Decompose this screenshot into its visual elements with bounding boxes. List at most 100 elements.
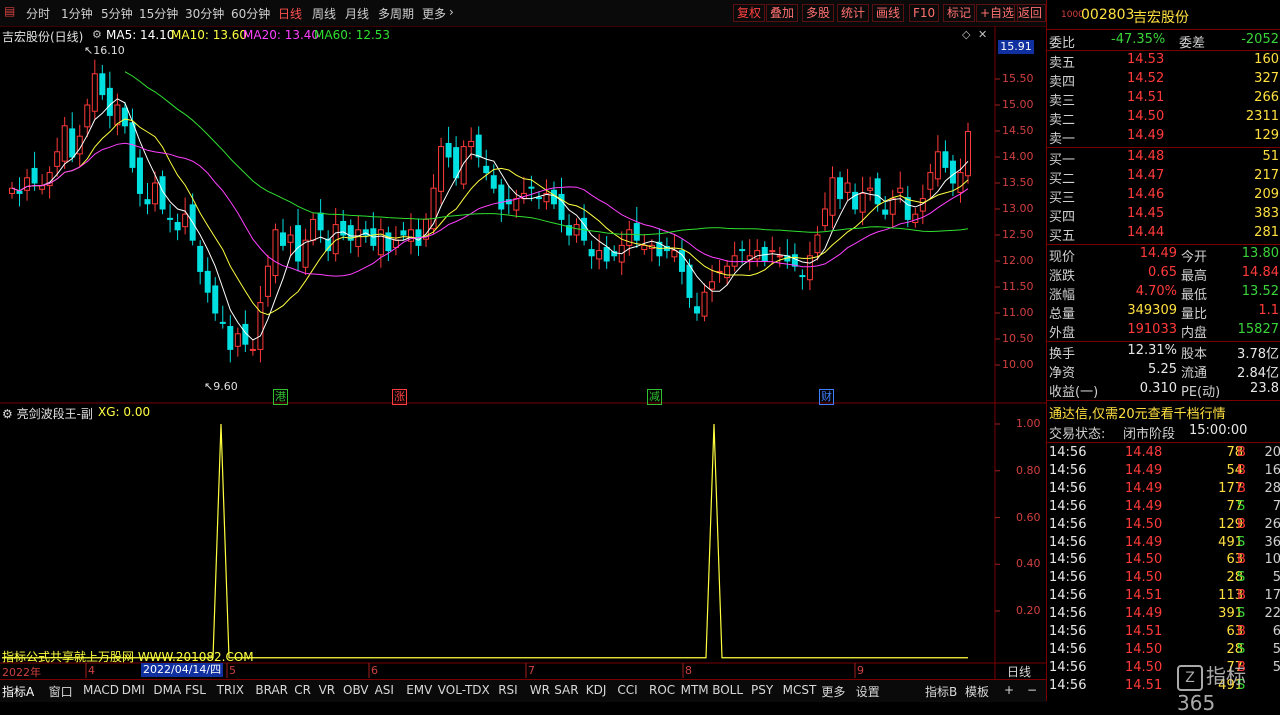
level-label: 卖二 — [1049, 113, 1076, 128]
bottom-right-btn-0[interactable]: 指标B — [925, 683, 957, 700]
buy-level: 买一 14.48 51 — [1047, 148, 1280, 168]
month-label: 5 — [229, 664, 236, 677]
indicator-tab-18[interactable]: CCI — [617, 683, 637, 697]
candle-body — [264, 265, 271, 297]
tool-button-8[interactable]: 返回 — [1014, 4, 1046, 22]
indicator-tab-20[interactable]: MTM — [681, 683, 709, 697]
period-6[interactable]: 日线 — [278, 5, 302, 22]
bottom-right-btn-1[interactable]: 模板 — [965, 683, 989, 700]
period-button[interactable]: 日线 — [1007, 663, 1031, 680]
event-label[interactable]: 港 — [273, 389, 288, 405]
indicator-tab-16[interactable]: SAR — [554, 683, 578, 697]
ad-text[interactable]: 通达信,仅需20元查看千档行情 — [1049, 403, 1226, 422]
candle-body — [912, 213, 919, 224]
period-1[interactable]: 1分钟 — [61, 5, 93, 22]
indicator-tab-25[interactable]: 设置 — [856, 683, 880, 700]
period-0[interactable]: 分时 — [26, 5, 50, 22]
indicator-tab-7[interactable]: BRAR — [255, 683, 288, 697]
candle-body — [867, 187, 874, 191]
weicha-value: -2052 — [1241, 32, 1279, 47]
event-label[interactable]: 减 — [647, 389, 662, 405]
indicator-tab-1[interactable]: 窗口 — [49, 683, 73, 700]
period-10[interactable]: 更多 — [422, 5, 446, 22]
indicator-tab-0[interactable]: 指标A — [2, 683, 34, 700]
indicator-tab-24[interactable]: 更多 — [821, 683, 845, 700]
stat-value: 4.70% — [1135, 284, 1177, 299]
period-9[interactable]: 多周期 — [378, 5, 414, 22]
indicator-tab-17[interactable]: KDJ — [586, 683, 607, 697]
indicator-tab-4[interactable]: DMA — [153, 683, 181, 697]
tool-button-2[interactable]: 多股 — [802, 4, 835, 22]
tool-button-1[interactable]: 叠加 — [766, 4, 799, 22]
indicator-tab-19[interactable]: ROC — [649, 683, 675, 697]
candle-body — [84, 104, 91, 128]
indicator-tab-10[interactable]: OBV — [343, 683, 369, 697]
event-label[interactable]: 涨 — [392, 389, 407, 405]
candle-body — [197, 245, 204, 272]
bottom-right-btn-3[interactable]: − — [1027, 683, 1037, 697]
more-chevron-icon[interactable]: › — [449, 5, 454, 19]
period-5[interactable]: 60分钟 — [231, 5, 270, 22]
indicator-tab-21[interactable]: BOLL — [712, 683, 743, 697]
menu-icon[interactable]: ▤ — [4, 4, 15, 18]
sell-level: 卖四 14.52 327 — [1047, 70, 1280, 90]
indicator-tab-23[interactable]: MCST — [783, 683, 817, 697]
indicator-tab-9[interactable]: VR — [319, 683, 336, 697]
indicator-tab-14[interactable]: RSI — [498, 683, 518, 697]
indicator-tab-12[interactable]: EMV — [406, 683, 432, 697]
trade-count: 16 — [1264, 462, 1280, 478]
trade-count: 22 — [1264, 606, 1280, 622]
level-price: 14.49 — [1127, 128, 1165, 143]
price-tick: 12.50 — [1002, 228, 1034, 241]
candle-body — [897, 187, 904, 193]
diamond-icon[interactable]: ◇ — [962, 28, 970, 41]
indicator-tab-8[interactable]: CR — [294, 683, 311, 697]
period-4[interactable]: 30分钟 — [185, 5, 224, 22]
indicator-tab-2[interactable]: MACD — [83, 683, 119, 697]
trade-tick: 14:56 14.49 77 S 7 — [1047, 498, 1280, 516]
stat-label: 外盘 — [1049, 326, 1076, 341]
indicator-tab-11[interactable]: ASI — [375, 683, 394, 697]
trade-tick: 14:56 14.50 28 S 5 — [1047, 641, 1280, 659]
settings-icon[interactable]: ⚙ — [92, 28, 102, 41]
candle-body — [498, 184, 505, 210]
xg-value: XG: 0.00 — [98, 405, 151, 419]
trade-price: 14.51 — [1125, 677, 1163, 693]
indicator-tab-3[interactable]: DMI — [122, 683, 145, 697]
indicator-tab-22[interactable]: PSY — [751, 683, 773, 697]
event-label[interactable]: 财 — [819, 389, 834, 405]
indicator-tab-6[interactable]: TRIX — [217, 683, 244, 697]
period-7[interactable]: 周线 — [312, 5, 336, 22]
candle-body — [724, 265, 731, 279]
period-2[interactable]: 5分钟 — [101, 5, 133, 22]
indicator-tab-5[interactable]: FSL — [185, 683, 206, 697]
tool-button-5[interactable]: F10 — [909, 4, 940, 22]
trade-count: 36 — [1264, 534, 1280, 550]
trade-side: B — [1237, 480, 1246, 496]
trade-tick: 14:56 14.49 491 S 36 — [1047, 534, 1280, 552]
bottom-right-btn-2[interactable]: + — [1004, 683, 1014, 697]
high-marker: ↖16.10 — [84, 44, 125, 57]
ma60-label: MA60: 12.53 — [314, 28, 391, 42]
candle-body — [174, 222, 181, 231]
period-8[interactable]: 月线 — [345, 5, 369, 22]
trade-count: 26 — [1264, 516, 1280, 532]
brand-watermark: Z 指标365 — [1177, 660, 1280, 715]
close-icon[interactable]: ✕ — [978, 28, 987, 41]
trade-side: B — [1237, 445, 1246, 460]
divider — [1047, 400, 1280, 401]
tool-button-3[interactable]: 统计 — [837, 4, 870, 22]
candle-body — [204, 270, 211, 293]
candle-body — [859, 192, 866, 213]
indicator-tab-15[interactable]: WR — [530, 683, 550, 697]
ad-link[interactable]: 通达信,仅需20元查看千档行情 — [1047, 402, 1280, 422]
tool-button-7[interactable]: +自选 — [976, 4, 1019, 22]
tool-button-4[interactable]: 画线 — [872, 4, 905, 22]
chart-canvas[interactable] — [0, 26, 1046, 679]
indicator-tab-13[interactable]: VOL-TDX — [438, 683, 490, 697]
tool-button-6[interactable]: 标记 — [943, 4, 976, 22]
trade-time: 14:56 — [1049, 462, 1087, 478]
period-3[interactable]: 15分钟 — [139, 5, 178, 22]
tool-button-0[interactable]: 复权 — [733, 4, 766, 22]
trade-tick: 14:56 14.49 391 S 22 — [1047, 605, 1280, 623]
